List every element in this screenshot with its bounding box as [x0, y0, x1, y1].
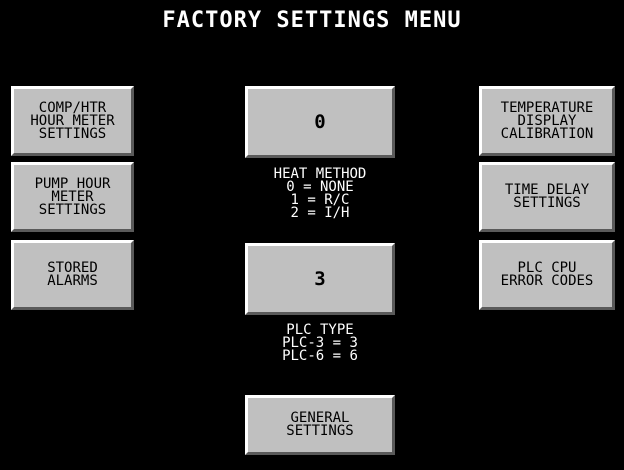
heat-method-value: 0 — [314, 111, 326, 133]
plc-type-value-button[interactable]: 3 — [245, 243, 395, 315]
page-title: FACTORY SETTINGS MENU — [162, 8, 462, 33]
plc-type-legend: PLC TYPE PLC-3 = 3 PLC-6 = 6 — [230, 323, 410, 364]
plc-cpu-error-codes-button[interactable]: PLC CPU ERROR CODES — [479, 240, 615, 310]
temperature-display-calibration-label: TEMPERATURE DISPLAY CALIBRATION — [500, 99, 594, 142]
stored-alarms-button[interactable]: STORED ALARMS — [11, 240, 134, 310]
plc-type-value: 3 — [314, 268, 326, 290]
heat-method-option: 2 = I/H — [290, 205, 350, 221]
general-settings-label: GENERAL SETTINGS — [286, 410, 354, 439]
plc-cpu-error-codes-label: PLC CPU ERROR CODES — [500, 260, 594, 289]
heat-method-legend: HEAT METHOD 0 = NONE 1 = R/C 2 = I/H — [230, 167, 410, 221]
comp-htr-hour-meter-settings-button[interactable]: COMP/HTR HOUR METER SETTINGS — [11, 86, 134, 156]
plc-type-option: PLC-6 = 6 — [282, 348, 358, 364]
time-delay-settings-label: TIME DELAY SETTINGS — [504, 182, 590, 211]
time-delay-settings-button[interactable]: TIME DELAY SETTINGS — [479, 162, 615, 232]
factory-settings-screen: FACTORY SETTINGS MENU COMP/HTR HOUR METE… — [0, 0, 624, 470]
comp-htr-hour-meter-settings-label: COMP/HTR HOUR METER SETTINGS — [30, 99, 115, 142]
pump-hour-meter-settings-label: PUMP HOUR METER SETTINGS — [34, 175, 111, 218]
heat-method-value-button[interactable]: 0 — [245, 86, 395, 158]
temperature-display-calibration-button[interactable]: TEMPERATURE DISPLAY CALIBRATION — [479, 86, 615, 156]
pump-hour-meter-settings-button[interactable]: PUMP HOUR METER SETTINGS — [11, 162, 134, 232]
general-settings-button[interactable]: GENERAL SETTINGS — [245, 395, 395, 455]
stored-alarms-label: STORED ALARMS — [47, 260, 98, 289]
